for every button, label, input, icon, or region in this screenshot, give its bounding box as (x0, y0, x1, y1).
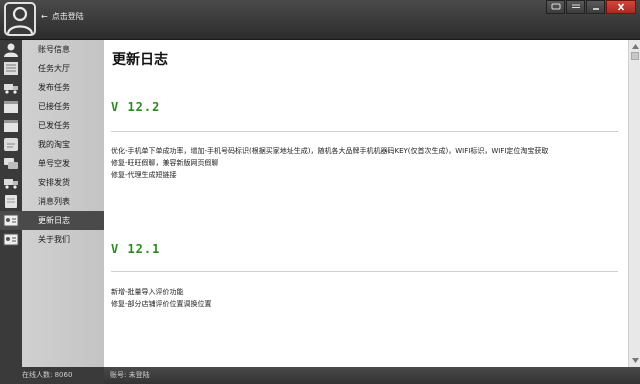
chevron-down-icon (631, 357, 639, 363)
sidebar-item-published-tasks[interactable]: 已发任务 (0, 116, 104, 135)
sidebar-item-label: 安排发货 (38, 178, 70, 187)
sidebar-item-label: 更新日志 (38, 216, 70, 225)
sidebar-item-label: 账号信息 (38, 45, 70, 54)
truck-icon (3, 80, 19, 95)
sidebar-item-account-info[interactable]: 账号信息 (0, 40, 104, 59)
page-title: 更新日志 (112, 52, 168, 68)
vertical-scrollbar[interactable] (628, 40, 640, 367)
avatar[interactable] (4, 2, 36, 36)
scroll-thumb[interactable] (631, 52, 639, 60)
user-icon (3, 42, 19, 57)
version-heading: V 12.2 (111, 100, 161, 114)
id-card-icon (3, 232, 19, 247)
update-log-panel: 更新日志 V 12.2 优化-手机单下单成功率，增加-手机号码标识(根据买家地址… (104, 40, 628, 367)
sidebar-item-task-hall[interactable]: 任务大厅 (0, 59, 104, 78)
online-count: 在线人数: 8060 (22, 371, 73, 379)
sidebar-item-my-taobao[interactable]: 我的淘宝 (0, 135, 104, 154)
id-card-icon (3, 213, 19, 228)
login-link[interactable]: ← 点击登陆 (41, 11, 84, 22)
login-label: 点击登陆 (51, 12, 84, 21)
release-note: 新增-批量导入评价功能 (111, 288, 184, 296)
release-note: 修复-部分店铺评价位置调换位置 (111, 300, 212, 308)
calendar-icon (3, 99, 19, 114)
sidebar-item-label: 任务大厅 (38, 64, 70, 73)
sidebar-item-update-log[interactable]: 更新日志 (0, 211, 104, 230)
divider (111, 131, 618, 132)
sidebar-item-label: 已接任务 (38, 102, 70, 111)
sidebar-item-label: 单号空发 (38, 159, 70, 168)
version-heading: V 12.1 (111, 242, 161, 256)
menu-button[interactable] (566, 0, 585, 14)
message-icon (3, 194, 19, 209)
sidebar-item-label: 发布任务 (38, 83, 70, 92)
sidebar-item-publish-task[interactable]: 发布任务 (0, 78, 104, 97)
sidebar-item-label: 我的淘宝 (38, 140, 70, 149)
sidebar-item-empty-shipment[interactable]: 单号空发 (0, 154, 104, 173)
scroll-up-arrow[interactable] (630, 41, 640, 51)
list-icon (3, 61, 19, 76)
calendar-icon (3, 118, 19, 133)
sidebar-item-message-list[interactable]: 消息列表 (0, 192, 104, 211)
sidebar-item-label: 已发任务 (38, 121, 70, 130)
minimize-icon (592, 8, 599, 10)
minimize-button[interactable] (586, 0, 605, 14)
release-note: 优化-手机单下单成功率，增加-手机号码标识(根据买家地址生成)，随机各大品牌手机… (111, 147, 549, 155)
title-bar: ← 点击登陆 (0, 0, 640, 40)
scroll-down-arrow[interactable] (630, 355, 640, 365)
message-button[interactable] (546, 0, 565, 14)
close-icon (617, 3, 625, 11)
account-status: 账号: 未登陆 (110, 371, 150, 379)
truck-icon (3, 175, 19, 190)
user-avatar-icon (6, 6, 34, 34)
sidebar-item-arrange-shipping[interactable]: 安排发货 (0, 173, 104, 192)
chat-icon (3, 156, 19, 171)
sidebar-item-label: 消息列表 (38, 197, 70, 206)
menu-icon (571, 4, 580, 8)
arrow-left-icon: ← (41, 12, 48, 21)
sidebar: 账号信息 任务大厅 发布任务 已接任务 已发任务 我的淘宝 单号空发 安排发货 … (0, 40, 104, 367)
release-note: 修复-旺旺假聊，兼容新版网页假聊 (111, 159, 219, 167)
sidebar-item-accepted-tasks[interactable]: 已接任务 (0, 97, 104, 116)
close-button[interactable] (606, 0, 636, 14)
divider (111, 271, 618, 272)
chevron-up-icon (631, 43, 639, 49)
release-note: 修复-代理生成短链接 (111, 171, 177, 179)
speech-bubble-icon (551, 3, 560, 10)
shop-icon (3, 137, 19, 152)
status-bar: 在线人数: 8060 账号: 未登陆 (0, 367, 640, 384)
sidebar-item-label: 关于我们 (38, 235, 70, 244)
sidebar-item-about-us[interactable]: 关于我们 (0, 230, 104, 249)
